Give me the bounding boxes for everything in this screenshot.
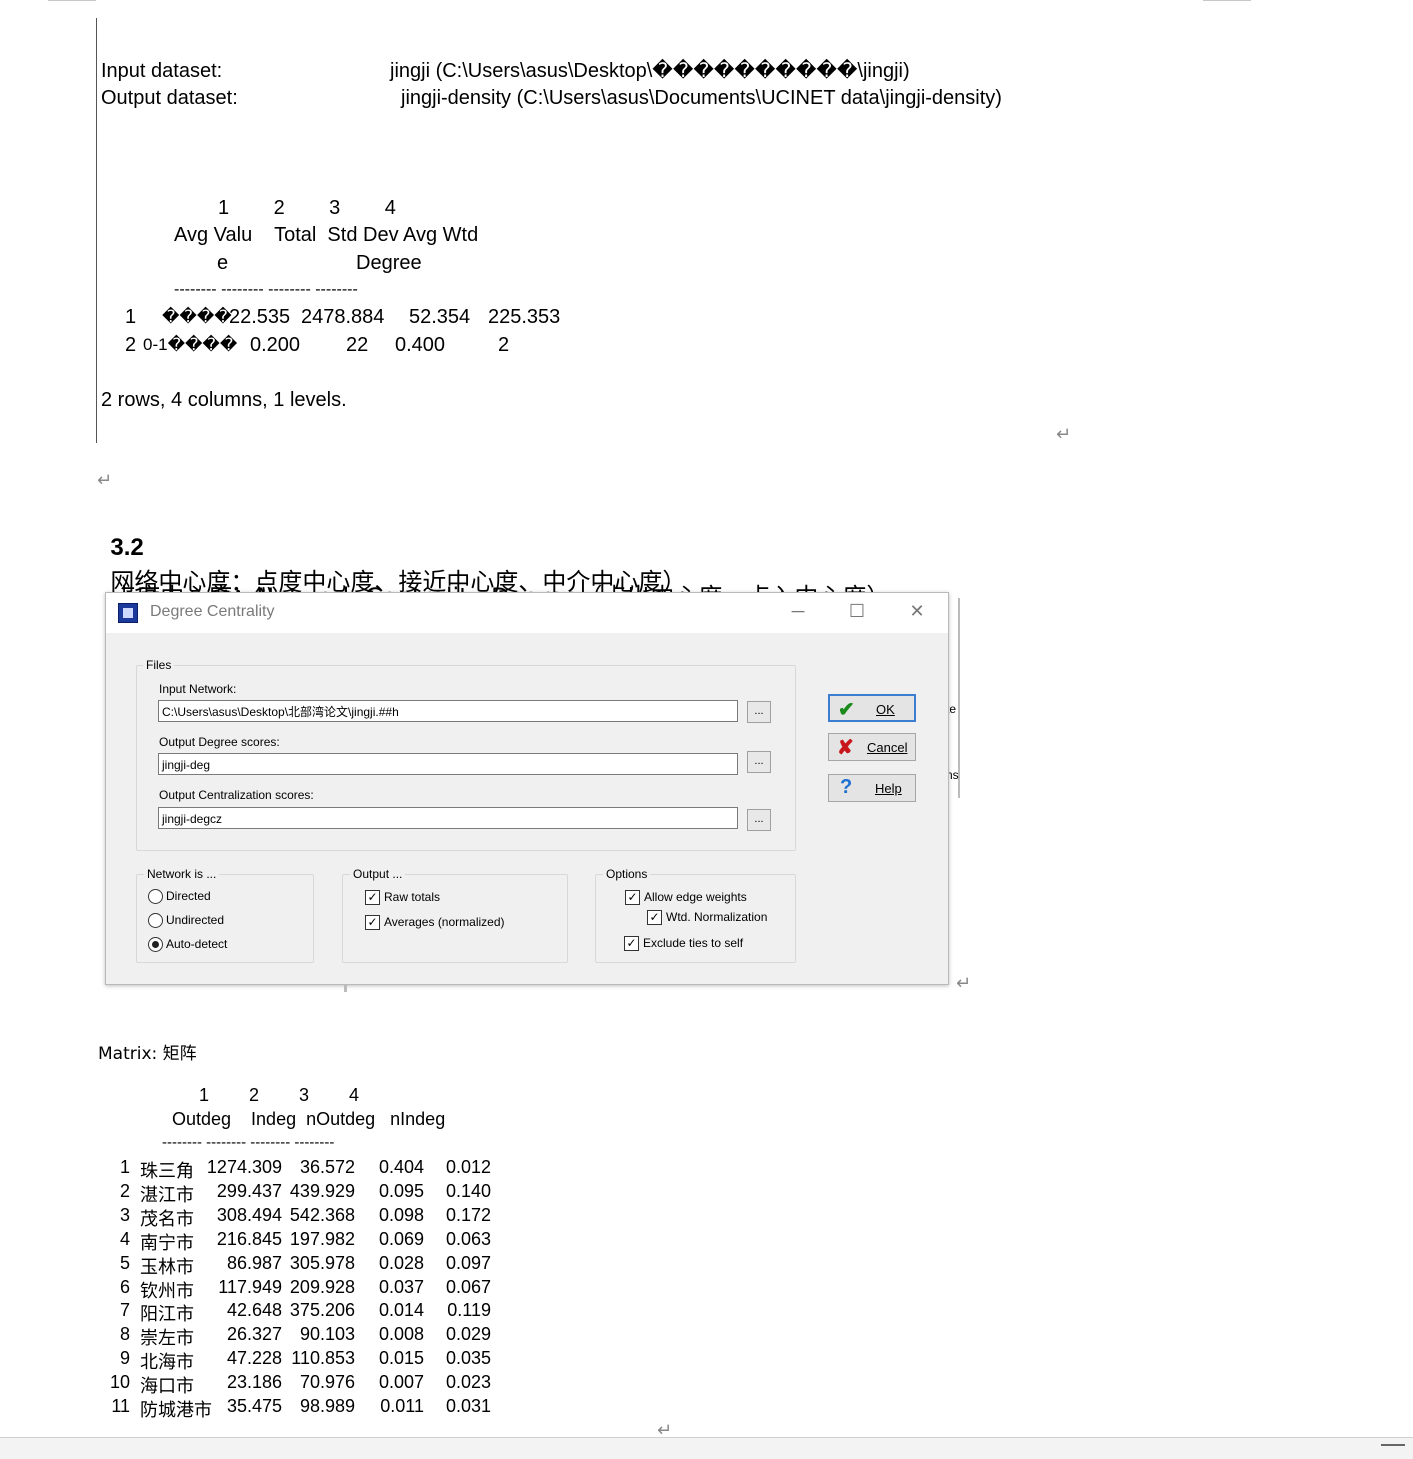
cross-icon: ✘	[837, 737, 854, 759]
page-corner-mark-right	[1203, 0, 1251, 1]
density-col-numbers: 1 2 3 4	[218, 197, 396, 219]
output-degree-label: Output Degree scores:	[159, 735, 280, 749]
raw-totals-label: Raw totals	[384, 890, 441, 904]
table-cell-c4: 0.067	[445, 1276, 491, 1297]
output-box-border	[96, 18, 97, 443]
ok-button[interactable]: ✔ OK	[828, 694, 916, 722]
density-header-line1: Avg Valu Total Std Dev Avg Wtd	[174, 224, 479, 246]
allow-edge-weights-label: Allow edge weights	[644, 890, 747, 904]
table-cell-c4: 0.029	[445, 1324, 491, 1345]
dialog-titlebar[interactable]: Degree Centrality ─ ☐ ✕	[106, 593, 948, 633]
matrix-separator: -------- -------- -------- --------	[162, 1134, 335, 1151]
raw-totals-checkbox[interactable]: ✓	[365, 890, 380, 905]
exclude-ties-label: Exclude ties to self	[643, 936, 744, 950]
return-mark-2: ↵	[97, 470, 113, 490]
exclude-ties-checkbox[interactable]: ✓	[624, 936, 639, 951]
files-group-label: Files	[143, 658, 175, 672]
checkmark-icon: ✔	[838, 699, 855, 721]
degree-centrality-dialog: Degree Centrality ─ ☐ ✕ Files Input Netw…	[105, 592, 949, 985]
input-dataset-value: jingji (C:\Users\asus\Desktop\����������…	[390, 60, 910, 82]
table-cell-c4: 0.063	[445, 1228, 491, 1249]
return-mark-5: ↵	[956, 973, 972, 993]
table-cell-c4: 0.119	[447, 1300, 491, 1321]
auto-detect-label: Auto-detect	[166, 937, 228, 951]
directed-radio[interactable]	[148, 889, 163, 904]
question-icon: ?	[840, 776, 853, 798]
averages-label: Averages (normalized)	[384, 915, 505, 929]
density-summary: 2 rows, 4 columns, 1 levels.	[101, 389, 347, 411]
output-dataset-label: Output dataset:	[101, 87, 238, 109]
auto-detect-radio[interactable]	[148, 937, 163, 952]
maximize-icon[interactable]: ☐	[842, 601, 872, 622]
table-cell-c4: 0.023	[445, 1372, 491, 1393]
density-separator: -------- -------- -------- --------	[174, 281, 358, 298]
dialog-title: Degree Centrality	[150, 603, 275, 620]
input-dataset-label: Input dataset:	[101, 60, 223, 82]
network-group-label: Network is ...	[144, 867, 220, 881]
output-centralization-browse-button[interactable]: ...	[747, 809, 771, 831]
help-button[interactable]: ? Help	[828, 774, 916, 802]
output-centralization-field[interactable]: jingji-degcz	[158, 807, 738, 829]
undirected-label: Undirected	[166, 913, 225, 927]
input-network-browse-button[interactable]: ...	[747, 701, 771, 723]
minimize-icon[interactable]: ─	[783, 601, 813, 622]
table-cell-c4: 0.012	[445, 1157, 491, 1177]
ucinet-app-icon	[118, 603, 138, 623]
output-group-label: Output ...	[350, 867, 406, 881]
output-centralization-label: Output Centralization scores:	[159, 788, 314, 802]
directed-label: Directed	[166, 889, 211, 903]
cancel-button[interactable]: ✘ Cancel	[828, 733, 916, 761]
table-cell-c4: 0.035	[445, 1348, 491, 1369]
image-anchor-mark	[344, 984, 347, 992]
layout-icon[interactable]	[1381, 1444, 1405, 1458]
matrix-col-numbers: 1 2 3 4	[199, 1085, 360, 1105]
wtd-normalization-checkbox[interactable]: ✓	[647, 910, 662, 925]
input-network-label: Input Network:	[159, 682, 237, 696]
allow-edge-weights-checkbox[interactable]: ✓	[625, 890, 640, 905]
return-mark-1: ↵	[1056, 424, 1072, 444]
output-degree-field[interactable]: jingji-deg	[158, 753, 738, 775]
close-icon[interactable]: ✕	[902, 601, 932, 622]
undirected-radio[interactable]	[148, 913, 163, 928]
matrix-headers: Outdeg Indeg nOutdeg nIndeg	[172, 1109, 446, 1129]
matrix-label: Matrix: 矩阵	[98, 1044, 197, 1064]
options-group-label: Options	[603, 867, 651, 881]
output-dataset-value: jingji-density (C:\Users\asus\Documents\…	[401, 87, 1002, 109]
output-degree-browse-button[interactable]: ...	[747, 751, 771, 773]
table-cell-c4: 0.140	[445, 1180, 491, 1201]
table-cell-c4: 0.172	[445, 1204, 491, 1225]
page-corner-mark-left	[48, 0, 96, 1]
wtd-normalization-label: Wtd. Normalization	[666, 910, 768, 924]
averages-checkbox[interactable]: ✓	[365, 915, 380, 930]
input-network-field[interactable]: C:\Users\asus\Desktop\北部湾论文\jingji.##h	[158, 700, 738, 722]
status-bar	[0, 1437, 1413, 1459]
density-header-line2b: Degree	[356, 252, 422, 274]
table-cell-c4: 0.031	[445, 1396, 491, 1416]
table-cell-c4: 0.097	[445, 1252, 491, 1273]
density-header-line2a: e	[217, 252, 229, 274]
